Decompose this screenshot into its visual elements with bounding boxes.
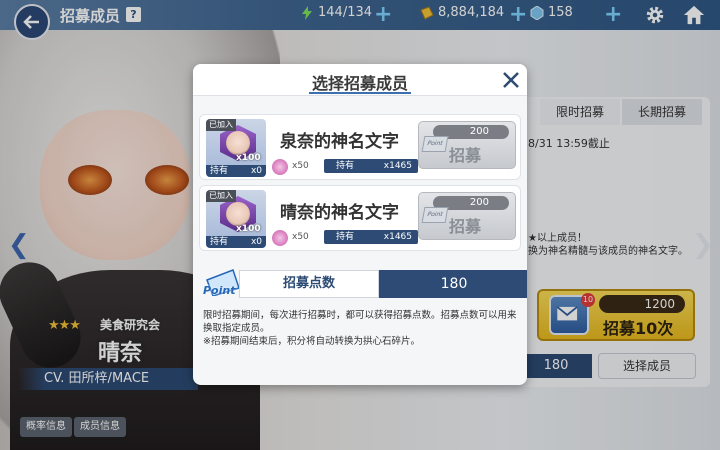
info-text: 换取指定成员。 [203, 323, 270, 334]
point-ticket-icon: Point [421, 136, 449, 152]
member-item-name: 晴奈的神名文字 [280, 203, 399, 223]
fragment-owned-label: 持有 [336, 161, 355, 171]
member-card: 已加入 x100 持有 x0 x50 持有 x1465 泉奈的神名文字 200 … [199, 114, 521, 180]
fragment-owned: 持有 x1465 [324, 230, 418, 244]
close-icon[interactable] [500, 69, 522, 91]
member-card: 已加入 x100 持有 x0 x50 持有 x1465 晴奈的神名文字 200 … [199, 185, 521, 251]
fragment-count: x50 [292, 232, 309, 242]
dialog-header: 选择招募成员 [193, 64, 527, 96]
member-portrait: 已加入 x100 持有 x0 [206, 119, 266, 177]
select-member-dialog: 选择招募成员 已加入 x100 持有 x0 x50 持有 x1465 泉奈的神名… [193, 64, 527, 385]
recruit-label: 招募 [449, 146, 482, 165]
member-avatar [226, 202, 250, 226]
item-count: x100 [236, 153, 261, 163]
dialog-title: 选择招募成员 [311, 74, 408, 93]
owned-bar: 持有 x0 [206, 165, 266, 177]
joined-tag: 已加入 [206, 190, 236, 202]
item-count: x100 [236, 224, 261, 234]
owned-value: x0 [250, 237, 262, 247]
recruit-label: 招募 [449, 217, 482, 236]
fragment-owned-label: 持有 [336, 232, 355, 242]
recruit-points-row: Point 招募点数 180 [203, 269, 527, 298]
recruit-button[interactable]: 200 Point 招募 [418, 192, 516, 240]
points-label: 招募点数 [239, 270, 379, 298]
joined-tag: 已加入 [206, 119, 236, 131]
member-portrait: 已加入 x100 持有 x0 [206, 190, 266, 248]
fragment-owned-value: x1465 [383, 232, 412, 242]
member-item-name: 泉奈的神名文字 [280, 132, 399, 152]
info-text: ※招募期间结束后，积分将自动转换为拱心石碎片。 [203, 336, 420, 347]
points-value: 180 [379, 270, 527, 298]
recruit-button[interactable]: 200 Point 招募 [418, 121, 516, 169]
owned-value: x0 [250, 166, 262, 176]
point-ticket-icon: Point [421, 207, 449, 223]
info-text: 限时招募期间，每次进行招募时，都可以获得招募点数。招募点数可以用来 [203, 310, 517, 321]
member-avatar [226, 131, 250, 155]
fragment-icon [272, 159, 288, 175]
fragment-icon [272, 230, 288, 246]
fragment-owned: 持有 x1465 [324, 159, 418, 173]
title-underline [309, 92, 411, 94]
owned-label: 持有 [210, 237, 229, 247]
owned-label: 持有 [210, 166, 229, 176]
fragment-owned-value: x1465 [383, 161, 412, 171]
owned-bar: 持有 x0 [206, 236, 266, 248]
fragment-count: x50 [292, 161, 309, 171]
